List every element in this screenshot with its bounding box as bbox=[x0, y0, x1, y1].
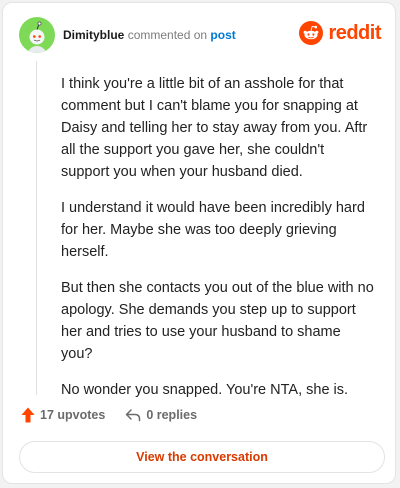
comment-paragraph: But then she contacts you out of the blu… bbox=[61, 280, 374, 362]
reddit-brand: reddit bbox=[299, 21, 381, 45]
upvotes-stat[interactable]: 17 upvotes bbox=[21, 407, 105, 423]
reddit-logo-icon bbox=[299, 21, 324, 45]
snoo-avatar-icon bbox=[28, 21, 46, 53]
replies-stat[interactable]: 0 replies bbox=[125, 407, 197, 423]
view-conversation-button[interactable]: View the conversation bbox=[19, 441, 385, 473]
user-avatar[interactable] bbox=[19, 17, 55, 53]
thread-line bbox=[36, 61, 37, 395]
reply-arrow-icon bbox=[126, 409, 141, 422]
upvotes-count: 17 upvotes bbox=[40, 408, 106, 422]
comment-body: I think you're a little bit of an asshol… bbox=[61, 73, 375, 415]
comment-paragraph: I think you're a little bit of an asshol… bbox=[61, 76, 368, 180]
replies-count: 0 replies bbox=[146, 408, 198, 422]
comment-header: Dimityblue commented on post bbox=[63, 27, 236, 43]
username[interactable]: Dimityblue bbox=[63, 28, 124, 42]
comment-footer: 17 upvotes 0 replies bbox=[21, 407, 197, 423]
post-link[interactable]: post bbox=[210, 28, 235, 42]
comment-paragraph: I understand it would have been incredib… bbox=[61, 200, 365, 260]
upvote-arrow-icon bbox=[21, 407, 35, 423]
comment-card: Dimityblue commented on post reddit I th… bbox=[2, 2, 396, 484]
action-text: commented on bbox=[127, 28, 208, 42]
comment-paragraph: No wonder you snapped. You're NTA, she i… bbox=[61, 382, 349, 398]
brand-wordmark: reddit bbox=[328, 22, 381, 44]
